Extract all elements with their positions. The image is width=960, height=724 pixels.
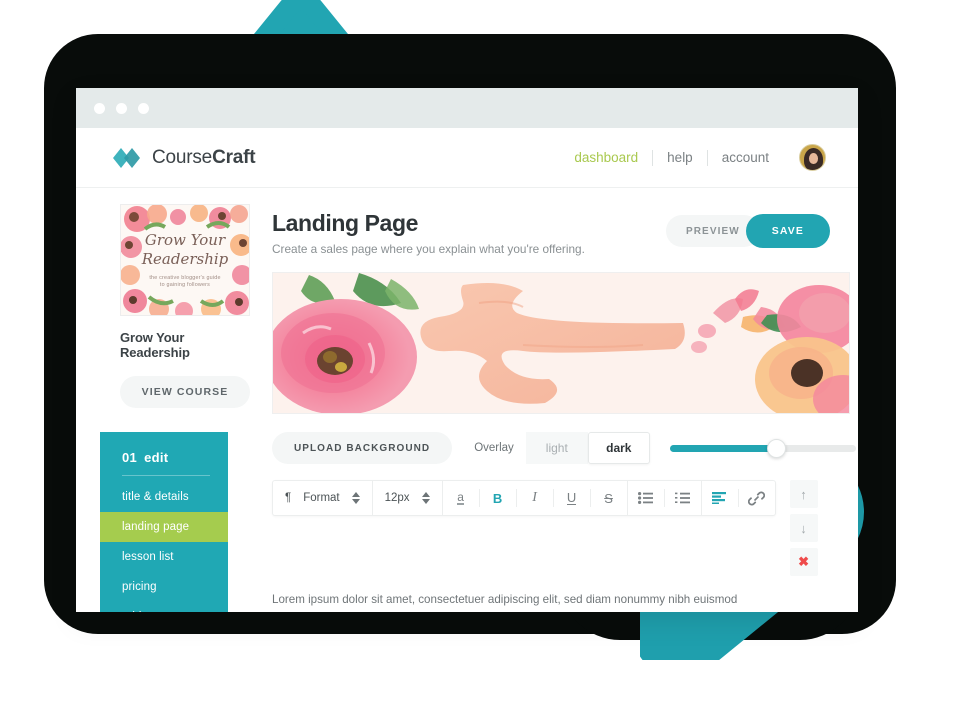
link-icon <box>748 491 766 505</box>
text-color-button[interactable]: a <box>443 481 479 515</box>
stepper-updown-icon <box>351 492 360 504</box>
numbered-list-icon <box>675 492 691 504</box>
sidebar-item-pricing[interactable]: pricing <box>100 572 228 602</box>
avatar[interactable] <box>799 144 826 171</box>
page-subtitle: Create a sales page where you explain wh… <box>272 242 585 256</box>
upload-background-button[interactable]: UPLOAD BACKGROUND <box>272 432 453 464</box>
app-viewport: CourseCraft dashboard help account Grow … <box>76 128 858 612</box>
slider-thumb[interactable] <box>766 438 786 458</box>
landing-page-body-text[interactable]: Lorem ipsum dolor sit amet, consectetuer… <box>272 590 742 612</box>
nav-link-dashboard[interactable]: dashboard <box>560 150 652 165</box>
coursecraft-diamond-logo-icon <box>113 147 140 168</box>
move-up-button[interactable]: ↑ <box>789 480 818 508</box>
overlay-option-light[interactable]: light <box>525 432 588 464</box>
step-action: edit <box>144 450 169 465</box>
page-title: Landing Page <box>272 210 418 236</box>
pilcrow-icon: ¶ <box>285 492 292 504</box>
window-maximize-dot[interactable] <box>138 102 149 114</box>
page-header: Landing Page Create a sales page where y… <box>272 210 858 256</box>
text-editor-toolbar: ¶ Format 12px a B I U S <box>272 480 776 516</box>
format-dropdown-label: Format <box>303 492 340 504</box>
overlay-label: Overlay <box>474 442 514 454</box>
brand-name-bold: Craft <box>212 146 256 168</box>
course-steps-nav: 01 edit title & details landing page less… <box>100 432 228 612</box>
slider-fill <box>669 444 776 452</box>
course-thumbnail-subtitle: the creative blogger's guide to gaining … <box>149 275 221 288</box>
sidebar-item-title-details[interactable]: title & details <box>100 482 228 512</box>
steps-header: 01 edit <box>100 446 228 475</box>
bulleted-list-button[interactable] <box>628 481 664 515</box>
underline-button[interactable]: U <box>554 481 590 515</box>
page-header-text: Landing Page Create a sales page where y… <box>272 210 585 256</box>
italic-icon: I <box>532 490 537 505</box>
step-number: 01 <box>122 450 138 465</box>
main-content: Landing Page Create a sales page where y… <box>250 188 858 612</box>
nav-link-help[interactable]: help <box>653 150 707 165</box>
numbered-list-button[interactable] <box>665 481 701 515</box>
sidebar-item-lesson-list[interactable]: lesson list <box>100 542 228 572</box>
underline-icon: U <box>566 489 577 505</box>
top-navigation-bar: CourseCraft dashboard help account <box>76 128 858 188</box>
overlay-toggle-group: light dark <box>525 432 650 464</box>
format-dropdown[interactable]: ¶ Format <box>273 481 373 515</box>
font-size-dropdown[interactable]: 12px <box>373 481 443 515</box>
course-thumbnail[interactable]: Grow Your Readership the creative blogge… <box>120 204 250 316</box>
save-button[interactable]: SAVE <box>745 214 830 248</box>
window-close-dot[interactable] <box>94 102 105 114</box>
browser-window: CourseCraft dashboard help account Grow … <box>76 88 858 612</box>
delete-block-button[interactable]: ✖ <box>789 548 818 576</box>
page-actions: PREVIEW SAVE <box>665 210 830 248</box>
brand-name-light: Course <box>152 146 213 168</box>
course-sidebar: Grow Your Readership the creative blogge… <box>76 188 250 612</box>
move-down-button[interactable]: ↓ <box>789 514 818 542</box>
nav-link-account[interactable]: account <box>708 150 783 165</box>
stepper-updown-icon <box>421 492 430 504</box>
sidebar-item-landing-page[interactable]: landing page <box>100 512 228 542</box>
align-left-icon <box>712 492 727 504</box>
overlay-opacity-slider[interactable] <box>669 432 856 464</box>
align-button[interactable] <box>702 481 738 515</box>
bulleted-list-icon <box>638 492 654 504</box>
window-minimize-dot[interactable] <box>116 102 127 114</box>
overlay-option-dark[interactable]: dark <box>587 432 650 464</box>
brand-logo-group[interactable]: CourseCraft <box>112 146 256 170</box>
brand-name: CourseCraft <box>152 146 256 169</box>
landing-page-hero-banner[interactable] <box>272 272 850 414</box>
italic-button[interactable]: I <box>517 481 553 515</box>
nav-links-group: dashboard help account <box>560 144 826 171</box>
strikethrough-icon: S <box>604 490 613 506</box>
block-actions: ↑ ↓ ✖ <box>789 480 818 576</box>
course-name: Grow Your Readership <box>120 330 190 360</box>
window-titlebar <box>76 88 858 128</box>
view-course-button[interactable]: VIEW COURSE <box>120 376 250 408</box>
background-controls: UPLOAD BACKGROUND Overlay light dark <box>272 432 858 464</box>
avatar-face <box>809 153 818 164</box>
course-thumbnail-title: Grow Your Readership <box>141 231 229 268</box>
steps-divider <box>122 475 210 476</box>
font-size-label: 12px <box>384 492 410 504</box>
sidebar-item-add-ons[interactable]: add-ons <box>100 602 228 612</box>
bold-button[interactable]: B <box>480 481 516 515</box>
editor-toolbar-row: ¶ Format 12px a B I U S ↑ ↓ ✖ <box>272 480 858 576</box>
link-button[interactable] <box>739 481 775 515</box>
text-color-icon: a <box>457 489 464 505</box>
bold-icon: B <box>492 490 503 506</box>
strikethrough-button[interactable]: S <box>591 481 627 515</box>
hero-watercolor-artwork <box>273 273 849 413</box>
app-body: Grow Your Readership the creative blogge… <box>76 188 858 612</box>
